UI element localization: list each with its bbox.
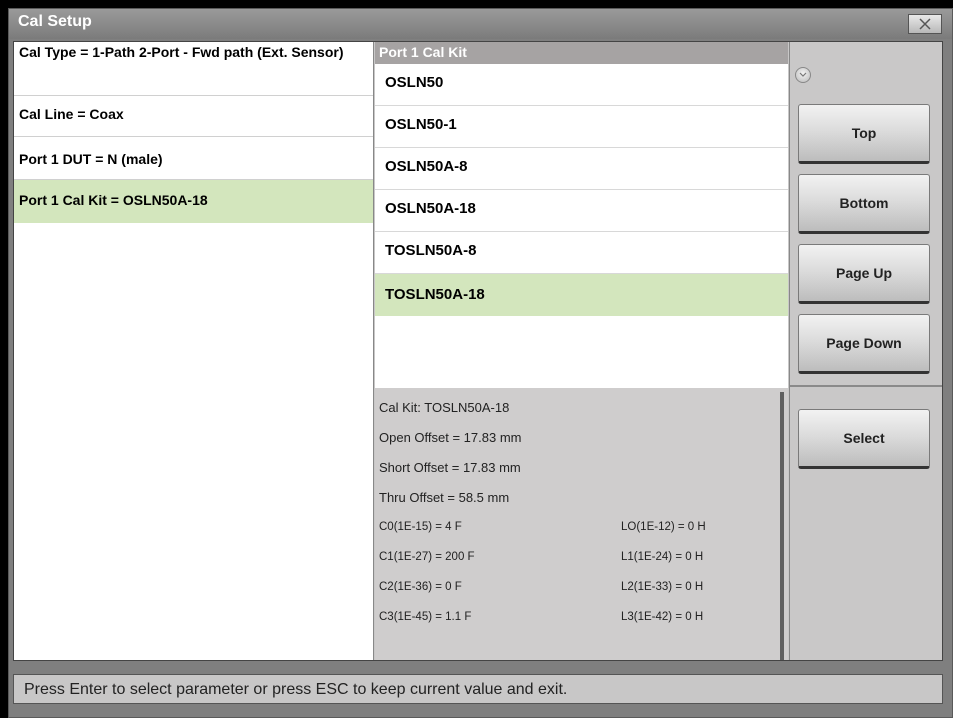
info-l2: L2(1E-33) = 0 H bbox=[621, 581, 704, 593]
bottom-button[interactable]: Bottom bbox=[798, 174, 930, 234]
info-c3: C3(1E-45) = 1.1 F bbox=[379, 611, 472, 623]
button-panel: Top Bottom Page Up Page Down Select bbox=[789, 42, 942, 660]
parameter-list: Cal Type = 1-Path 2-Port - Fwd path (Ext… bbox=[14, 42, 374, 660]
list-item[interactable]: TOSLN50A-8 bbox=[375, 232, 788, 274]
page-down-button[interactable]: Page Down bbox=[798, 314, 930, 374]
list-item-label: OSLN50A-18 bbox=[385, 200, 476, 217]
scroll-indicator[interactable] bbox=[795, 67, 811, 83]
info-c1: C1(1E-27) = 200 F bbox=[379, 551, 475, 563]
param-label: Port 1 DUT = N (male) bbox=[19, 151, 163, 167]
list-item-label: TOSLN50A-18 bbox=[385, 286, 485, 303]
param-port1-dut[interactable]: Port 1 DUT = N (male) bbox=[14, 137, 373, 180]
cal-kit-list: Port 1 Cal Kit OSLN50 OSLN50-1 OSLN50A-8… bbox=[375, 42, 788, 660]
info-c2: C2(1E-36) = 0 F bbox=[379, 581, 462, 593]
list-item-label: OSLN50-1 bbox=[385, 116, 457, 133]
list-header: Port 1 Cal Kit bbox=[375, 42, 788, 64]
list-item[interactable]: OSLN50A-18 bbox=[375, 190, 788, 232]
status-bar: Press Enter to select parameter or press… bbox=[13, 674, 943, 704]
param-label: Port 1 Cal Kit = OSLN50A-18 bbox=[19, 192, 208, 208]
info-c0: C0(1E-15) = 4 F bbox=[379, 521, 462, 533]
close-icon bbox=[919, 18, 931, 30]
param-label: Cal Line = Coax bbox=[19, 106, 124, 122]
info-kit-name: Cal Kit: TOSLN50A-18 bbox=[379, 400, 510, 415]
close-button[interactable] bbox=[908, 14, 942, 34]
list-item[interactable]: OSLN50A-8 bbox=[375, 148, 788, 190]
param-port1-cal-kit[interactable]: Port 1 Cal Kit = OSLN50A-18 bbox=[14, 180, 373, 223]
select-button[interactable]: Select bbox=[798, 409, 930, 469]
list-item-label: TOSLN50A-8 bbox=[385, 242, 477, 259]
divider bbox=[790, 385, 942, 387]
param-cal-line[interactable]: Cal Line = Coax bbox=[14, 96, 373, 137]
cal-kit-info-panel: Cal Kit: TOSLN50A-18 Open Offset = 17.83… bbox=[375, 388, 788, 660]
status-text: Press Enter to select parameter or press… bbox=[24, 681, 568, 698]
info-l0: LO(1E-12) = 0 H bbox=[621, 521, 706, 533]
info-thru-offset: Thru Offset = 58.5 mm bbox=[379, 490, 510, 505]
list-item-label: OSLN50 bbox=[385, 74, 444, 91]
info-open-offset: Open Offset = 17.83 mm bbox=[379, 430, 522, 445]
list-item[interactable]: OSLN50-1 bbox=[375, 106, 788, 148]
list-item-label: OSLN50A-8 bbox=[385, 158, 468, 175]
page-up-button[interactable]: Page Up bbox=[798, 244, 930, 304]
window-title: Cal Setup bbox=[18, 13, 92, 30]
info-scrollbar[interactable] bbox=[780, 392, 784, 660]
info-l3: L3(1E-42) = 0 H bbox=[621, 611, 704, 623]
cal-setup-window: Cal Setup Cal Type = 1-Path 2-Port - Fwd… bbox=[8, 8, 953, 718]
content-area: Cal Type = 1-Path 2-Port - Fwd path (Ext… bbox=[13, 41, 943, 661]
top-button[interactable]: Top bbox=[798, 104, 930, 164]
list-item-selected[interactable]: TOSLN50A-18 bbox=[375, 274, 788, 316]
info-short-offset: Short Offset = 17.83 mm bbox=[379, 460, 521, 475]
chevron-down-icon bbox=[799, 72, 807, 77]
param-label: Cal Type = 1-Path 2-Port - Fwd path (Ext… bbox=[19, 44, 344, 60]
title-bar: Cal Setup bbox=[9, 9, 952, 39]
info-l1: L1(1E-24) = 0 H bbox=[621, 551, 704, 563]
param-cal-type[interactable]: Cal Type = 1-Path 2-Port - Fwd path (Ext… bbox=[14, 42, 373, 96]
list-item[interactable]: OSLN50 bbox=[375, 64, 788, 106]
